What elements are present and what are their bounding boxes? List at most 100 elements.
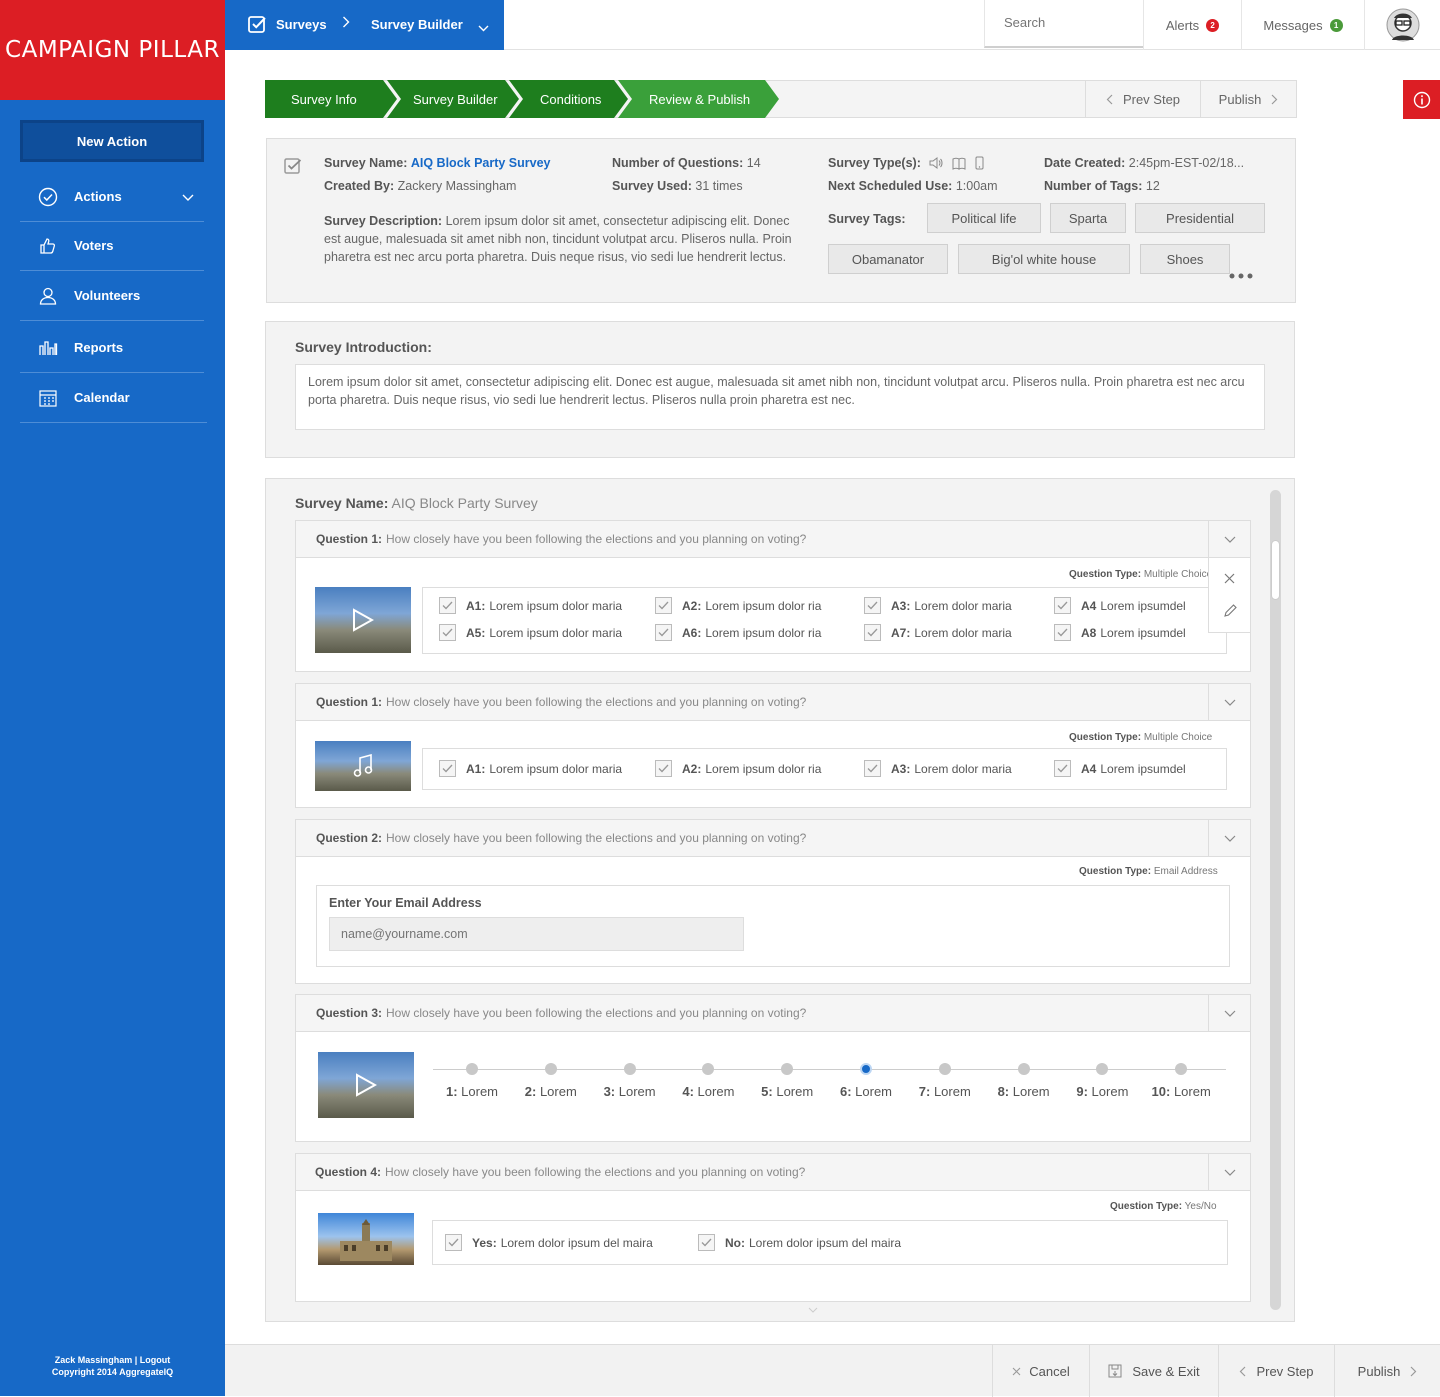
checkbox-icon[interactable] [439, 760, 456, 777]
tag-chip[interactable]: Political life [927, 203, 1041, 233]
scale-option-label[interactable]: 7: Lorem [915, 1084, 975, 1099]
step-survey-builder[interactable]: Survey Builder [413, 80, 498, 118]
sidebar-item-reports[interactable]: Reports [20, 323, 204, 373]
breadcrumb-surveys[interactable]: Surveys [276, 17, 327, 32]
image-thumbnail[interactable] [318, 1213, 414, 1265]
new-action-button[interactable]: New Action [20, 120, 204, 162]
sidebar-item-calendar[interactable]: Calendar [20, 373, 207, 423]
question-header[interactable]: Question 1: How closely have you been fo… [296, 684, 1250, 721]
scale-option-label[interactable]: 8: Lorem [994, 1084, 1054, 1099]
checkbox-icon[interactable] [1054, 624, 1071, 641]
tag-chip[interactable]: Presidential [1135, 203, 1265, 233]
question-header[interactable]: Question 2: How closely have you been fo… [296, 820, 1250, 857]
save-exit-button[interactable]: Save & Exit [1089, 1345, 1218, 1397]
question-header[interactable]: Question 3: How closely have you been fo… [296, 995, 1250, 1032]
tag-chip[interactable]: Big'ol white house [958, 244, 1130, 274]
search-input[interactable] [985, 0, 1135, 44]
scale-option-dot[interactable] [544, 1063, 557, 1075]
logout-link[interactable]: Logout [140, 1355, 171, 1365]
scale-option-label[interactable]: 5: Lorem [757, 1084, 817, 1099]
checkbox-icon[interactable] [864, 597, 881, 614]
intro-textarea[interactable]: Lorem ipsum dolor sit amet, consectetur … [295, 364, 1265, 430]
more-tags-icon[interactable] [1229, 267, 1253, 282]
checkbox-icon[interactable] [1054, 760, 1071, 777]
scale-option-dot[interactable] [623, 1063, 636, 1075]
answer-option[interactable]: A2: Lorem ipsum dolor ria [655, 760, 821, 777]
checkbox-icon[interactable] [1054, 597, 1071, 614]
video-thumbnail[interactable] [315, 587, 411, 653]
scale-option-dot[interactable] [938, 1063, 951, 1075]
logo[interactable]: CAMPAIGN PILLAR [0, 0, 225, 100]
checkbox-icon[interactable] [698, 1234, 715, 1251]
avatar[interactable] [1364, 0, 1440, 50]
scale-option-label[interactable]: 4: Lorem [678, 1084, 738, 1099]
alerts-link[interactable]: Alerts 2 [1143, 0, 1241, 50]
scale-option-dot[interactable] [466, 1063, 478, 1075]
scale-option-dot[interactable] [1017, 1063, 1030, 1075]
video-thumbnail[interactable] [318, 1052, 414, 1118]
answer-option[interactable]: A4 Lorem ipsumdel [1054, 760, 1186, 777]
checkbox-icon[interactable] [864, 760, 881, 777]
tag-chip[interactable]: Obamanator [828, 244, 948, 274]
survey-name-link[interactable]: AIQ Block Party Survey [411, 156, 551, 170]
sidebar-item-volunteers[interactable]: Volunteers [20, 271, 204, 321]
sidebar-item-voters[interactable]: Voters [20, 221, 204, 271]
answer-option[interactable]: A8 Lorem ipsumdel [1054, 624, 1186, 641]
answer-option[interactable]: A7: Lorem dolor maria [864, 624, 1012, 641]
question-toggle[interactable] [1208, 995, 1250, 1031]
scale-option-label[interactable]: 10: Lorem [1151, 1084, 1211, 1099]
close-icon[interactable] [1224, 572, 1235, 587]
pencil-icon[interactable] [1223, 604, 1237, 621]
chevron-down-icon[interactable] [478, 20, 489, 35]
prev-step-button[interactable]: Prev Step [1085, 81, 1200, 117]
checkbox-icon[interactable] [655, 597, 672, 614]
scale-option-dot[interactable] [1175, 1063, 1188, 1075]
answer-option[interactable]: A5: Lorem ipsum dolor maria [439, 624, 622, 641]
scale-option-label[interactable]: 1: Lorem [442, 1084, 502, 1099]
scale-option-dot[interactable] [860, 1063, 872, 1075]
answer-option[interactable]: A3: Lorem dolor maria [864, 597, 1012, 614]
publish-button[interactable]: Publish [1334, 1345, 1440, 1397]
answer-option[interactable]: A6: Lorem ipsum dolor ria [655, 624, 821, 641]
footer-user[interactable]: Zack Massingham [55, 1355, 133, 1365]
question-header[interactable]: Question 1: How closely have you been fo… [296, 521, 1250, 558]
answer-option[interactable]: A2: Lorem ipsum dolor ria [655, 597, 821, 614]
chevron-down-icon[interactable] [182, 190, 194, 205]
answer-option[interactable]: A1: Lorem ipsum dolor maria [439, 760, 622, 777]
scale-option-label[interactable]: 2: Lorem [521, 1084, 581, 1099]
checkbox-icon[interactable] [439, 624, 456, 641]
answer-option[interactable]: A4 Lorem ipsumdel [1054, 597, 1186, 614]
scale-option-label[interactable]: 6: Lorem [836, 1084, 896, 1099]
tag-chip[interactable]: Sparta [1050, 203, 1126, 233]
sidebar-item-actions[interactable]: Actions [20, 172, 204, 222]
answer-option[interactable]: A1: Lorem ipsum dolor maria [439, 597, 622, 614]
scale-option-label[interactable]: 3: Lorem [600, 1084, 660, 1099]
question-toggle[interactable] [1208, 684, 1250, 720]
step-conditions[interactable]: Conditions [540, 80, 601, 118]
answer-option[interactable]: No: Lorem dolor ipsum del maira [698, 1234, 901, 1251]
checkbox-icon[interactable] [655, 760, 672, 777]
info-button[interactable] [1403, 80, 1440, 119]
step-review-publish[interactable]: Review & Publish [649, 80, 750, 118]
question-header[interactable]: Question 4: How closely have you been fo… [296, 1154, 1250, 1191]
answer-option[interactable]: A3: Lorem dolor maria [864, 760, 1012, 777]
question-toggle[interactable] [1208, 820, 1250, 856]
scroll-down-icon[interactable] [808, 1301, 818, 1316]
checkbox-icon[interactable] [655, 624, 672, 641]
scale-option-dot[interactable] [781, 1063, 794, 1075]
messages-link[interactable]: Messages 1 [1241, 0, 1364, 50]
breadcrumb-survey-builder[interactable]: Survey Builder [371, 17, 463, 32]
prev-step-button[interactable]: Prev Step [1218, 1345, 1334, 1397]
checkbox-icon[interactable] [439, 597, 456, 614]
publish-button[interactable]: Publish [1200, 81, 1296, 117]
question-toggle[interactable] [1208, 1154, 1250, 1190]
answer-option[interactable]: Yes: Lorem dolor ipsum del maira [445, 1234, 653, 1251]
question-toggle[interactable] [1208, 521, 1250, 557]
step-survey-info[interactable]: Survey Info [291, 80, 357, 118]
scale-option-dot[interactable] [1096, 1063, 1109, 1075]
cancel-button[interactable]: Cancel [992, 1345, 1089, 1397]
tag-chip[interactable]: Shoes [1140, 244, 1230, 274]
scale-option-dot[interactable] [702, 1063, 715, 1075]
audio-thumbnail[interactable] [315, 741, 411, 791]
scale-option-label[interactable]: 9: Lorem [1072, 1084, 1132, 1099]
